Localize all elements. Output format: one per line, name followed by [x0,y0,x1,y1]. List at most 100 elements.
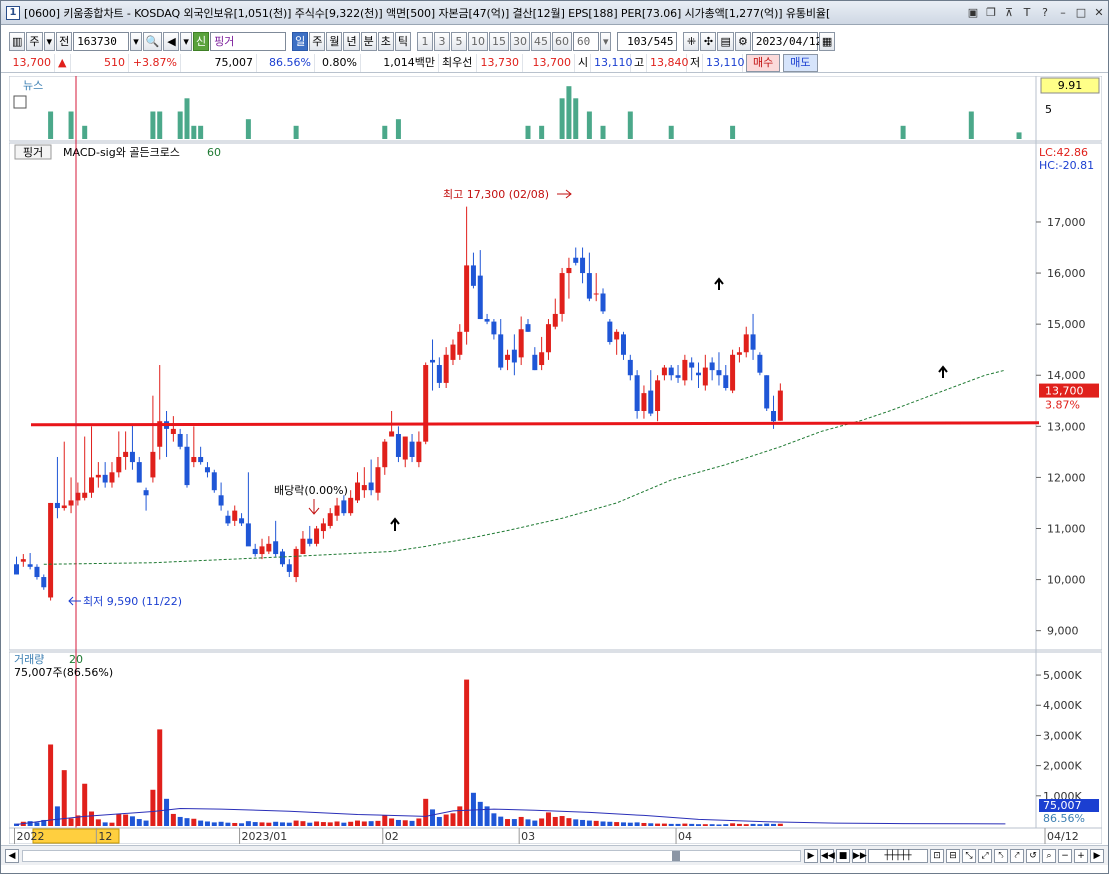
volume-bar [341,822,347,826]
candle-body [750,334,756,350]
candle-body [102,474,108,483]
sell-button[interactable]: 매도 [783,53,818,72]
up-arrow-icon: ▲ [55,53,71,72]
save-icon[interactable]: ▤ [717,31,734,51]
range-field[interactable]: 103/545 [617,31,678,51]
scroll-thumb[interactable] [672,850,680,861]
volume-bar [239,823,245,826]
volume-bar [682,823,688,826]
layout-icon[interactable]: ▥ [9,31,26,51]
minimize-icon[interactable]: – [1056,6,1070,20]
minute-30-button[interactable]: 30 [509,31,530,51]
crosshair-icon[interactable]: ✣ [700,31,717,51]
minute-45-button[interactable]: 45 [530,31,551,51]
volume-bar [457,806,463,826]
drag-icon[interactable]: ⤡ [962,848,976,863]
minute-3-button[interactable]: 3 [433,31,450,51]
play-icon[interactable]: ▶ [804,848,818,863]
rewind-icon[interactable]: ◀◀ [820,848,835,863]
interval-day-button[interactable]: 일 [292,31,309,51]
speaker-icon[interactable]: ◀ [163,31,180,51]
pin-icon[interactable]: ⊼ [1002,6,1016,20]
search-icon[interactable]: 🔍 [142,31,163,51]
scroll-left-icon[interactable]: ◀ [5,848,19,863]
stock-code-input[interactable]: 163730 [73,31,130,51]
scroll-track[interactable] [22,849,801,862]
period-dropdown-icon[interactable]: ▾ [43,31,56,51]
close-icon[interactable]: ✕ [1092,6,1106,20]
zoom-out-icon[interactable]: − [1058,848,1072,863]
minute-15-button[interactable]: 15 [488,31,509,51]
candle-body [580,257,586,274]
count-dropdown-icon[interactable]: ▾ [599,31,612,51]
candle-body [607,321,613,343]
scroll-right-icon[interactable]: ▶ [1090,848,1104,863]
font-icon[interactable]: T [1020,6,1034,20]
candle-body [123,451,129,457]
volume-bar [586,820,592,826]
volume-bar [368,821,374,826]
interval-minute-button[interactable]: 분 [360,31,377,51]
expand-icon[interactable]: ⤢ [978,848,992,863]
interval-tick-button[interactable]: 틱 [394,31,411,51]
candle-body [702,367,708,386]
count-input[interactable]: 60 [572,31,599,51]
candle-body [89,477,95,493]
date-input[interactable]: 2023/04/12 [751,31,822,51]
volume-bar [777,823,783,826]
zoom-icon[interactable]: ⌕ [1042,848,1056,863]
stop-icon[interactable]: ■ [836,848,850,863]
volume-bar [170,813,176,826]
volume-current-label: 75,007 [1043,799,1082,812]
restore-icon[interactable]: ❐ [984,6,998,20]
calendar-icon[interactable]: ▦ [818,31,836,51]
volume-bar [477,801,483,826]
date-label: 04 [678,830,692,843]
volume-bar [375,820,381,826]
stock-name-field[interactable]: 핑거 [210,31,287,51]
help-icon[interactable]: ? [1038,6,1052,20]
split-icon[interactable]: ▣ [966,6,980,20]
settings-gear-icon[interactable]: ⚙ [734,31,751,51]
buy-button[interactable]: 매수 [746,53,781,72]
shrink-icon[interactable]: ⤣ [994,848,1008,863]
candle-body [443,354,449,383]
reset-icon[interactable]: ↺ [1026,848,1040,863]
zoom-in-icon[interactable]: + [1074,848,1088,863]
code-dropdown-icon[interactable]: ▾ [130,31,142,51]
news-grid-icon[interactable] [13,95,27,109]
maximize-icon[interactable]: □ [1074,6,1088,20]
quote-change-pct: +3.87% [129,53,181,72]
candle-body [627,359,633,376]
minute-1-button[interactable]: 1 [416,31,433,51]
interval-second-button[interactable]: 초 [377,31,394,51]
period-mode-select[interactable]: 주 [26,31,43,51]
collapse-icon[interactable]: ⤤ [1010,848,1024,863]
quote-low-label: 저 [687,53,703,72]
date-axis[interactable] [9,827,1102,844]
fit-icon[interactable]: ⊡ [930,848,944,863]
support-line[interactable] [30,421,1040,427]
volume-bar [532,820,538,826]
volume-bar [245,821,251,826]
interval-week-button[interactable]: 주 [309,31,326,51]
news-bar [586,111,592,139]
interval-year-button[interactable]: 년 [343,31,360,51]
zoom-slider[interactable]: ┼┼┼┼┼ [868,848,928,863]
minute-5-button[interactable]: 5 [450,31,467,51]
forward-icon[interactable]: ▶▶ [852,848,867,863]
candle-body [382,441,388,468]
new-listing-badge: 신 [192,31,210,51]
interval-month-button[interactable]: 월 [326,31,343,51]
volume-bar [95,819,101,826]
chart-area[interactable]: 뉴스 9.91 5 핑거 MACD-sig와 골든크로스 60 LC:42.86… [9,76,1102,844]
minute-10-button[interactable]: 10 [467,31,488,51]
speaker-dropdown-icon[interactable]: ▾ [180,31,192,51]
prev-button[interactable]: 전 [56,31,73,51]
frame-icon[interactable]: ⊟ [946,848,960,863]
candle-body [389,431,395,437]
minute-60-button[interactable]: 60 [551,31,572,51]
grid-icon[interactable]: ⁜ [683,31,700,51]
quote-price: 13,700 [1,53,55,72]
scroll-bar[interactable]: ◀ ▶ ◀◀ ■ ▶▶ ┼┼┼┼┼ ⊡ ⊟ ⤡ ⤢ ⤣ ⤤ ↺ ⌕ − + ▶ [1,845,1108,865]
